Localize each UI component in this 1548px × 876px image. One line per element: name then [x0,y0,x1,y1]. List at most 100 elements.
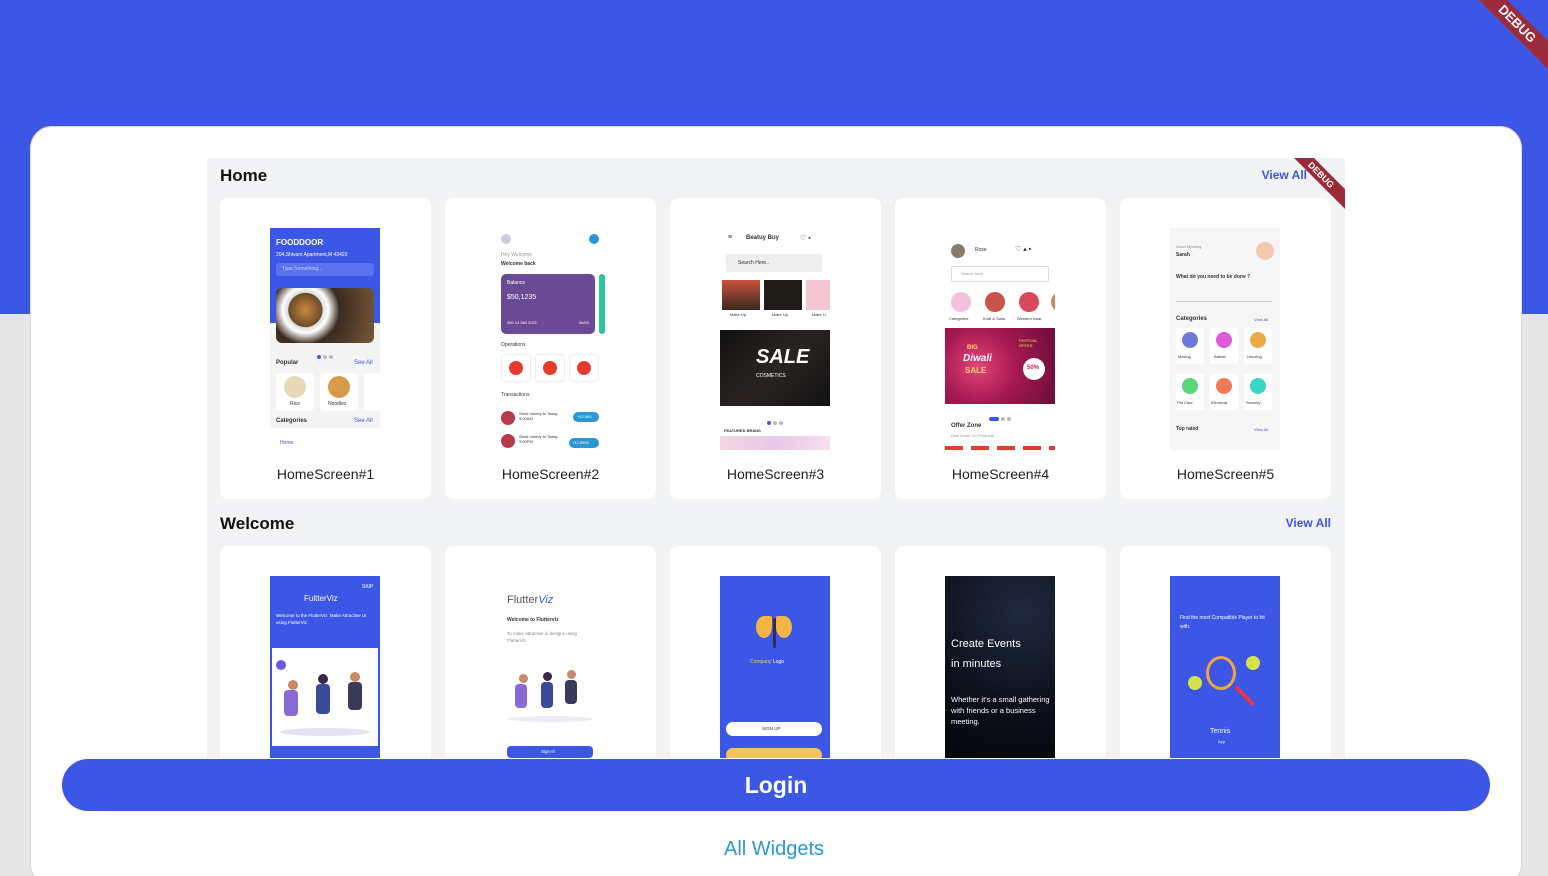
mock-text: To make attractive ui designs using Flut… [507,631,578,643]
homescreen-1-preview: FOODDOOR 204,Shivam Apartment,M 43423 Ty… [270,228,380,450]
mock-item-rice: Rice [290,401,301,407]
mock-amount: $50,1235 [507,294,537,301]
homescreen-4-preview: Rose ♡ ▴ ▪ Search here Categories Kurti … [945,228,1055,450]
mock-text: Whether it's a small gathering with frie… [951,695,1050,726]
template-card-welcome-5[interactable]: Find the most Compatible Player to hit w… [1120,546,1331,758]
mock-top-rated: Top rated [1176,426,1199,432]
mock-text: Find the most Compatible Player to hit w… [1180,615,1265,630]
mock-sale: SALE [756,346,810,368]
mock-search: Search Here.. [738,260,769,266]
mock-operations: Operations [501,342,526,348]
mock-greet: Good Morning [1176,244,1202,249]
mock-cat-pet-care: Pet Care [1177,400,1193,405]
mock-welcome: Welcome back [501,261,536,267]
mock-offer-zone: Offer Zone [951,423,982,429]
card-label: HomeScreen#5 [1176,466,1275,482]
mock-big: BIG [967,345,978,351]
mock-title-1: Create Events [951,638,1021,650]
card-label: HomeScreen#2 [501,466,600,482]
mock-cat-housing: Housing [1247,354,1262,359]
section-title-home: Home [220,166,268,185]
mock-address: 204,Shivam Apartment,M 43423 [276,252,348,258]
mock-title: Welcome to Flutterviz [507,617,559,623]
mock-diwali: Diwali [963,353,992,364]
homescreen-3-preview: ≡ Beatuy Buy ♡ ▪ Search Here.. Make Up M… [720,228,830,450]
mock-skip: SKIP [362,584,374,590]
mock-tx2-amt: +12,8550 [572,440,589,445]
mock-see-all: See All [354,360,373,366]
mock-cosmetics: COSMETICS [756,373,786,379]
template-card-welcome-3[interactable]: Company Logo SIGN UP [670,546,881,758]
template-card-homescreen-1[interactable]: FOODDOOR 204,Shivam Apartment,M 43423 Ty… [220,198,431,499]
welcome-3-preview: Company Logo SIGN UP [720,576,830,758]
mock-transactions: Transactions [501,392,530,398]
welcome-5-preview: Find the most Compatible Player to hit w… [1170,576,1280,758]
mock-brand-b: Viz [538,594,554,606]
mock-cat-3: Make U [812,312,826,317]
welcome-4-preview: Create Events in minutes Whether it's a … [945,576,1055,758]
mock-festival: FESTIVAL OFFER [1019,338,1038,348]
mock-logo: Logo [772,659,784,665]
mock-view-all-2: View All [1254,427,1268,432]
template-card-welcome-2[interactable]: FlutterViz Welcome to Flutterviz To make… [445,546,656,758]
mock-title-2: in minutes [951,658,1002,670]
mock-best-deals: Best Deals On Products [951,433,994,438]
mock-tx1-amt: +12,500 [577,414,592,419]
card-label: HomeScreen#1 [276,466,375,482]
template-card-homescreen-5[interactable]: Good Morning Sarah What do you need to b… [1120,198,1331,499]
mock-categories: Categories [1176,316,1208,322]
mock-cat-1: Make Up [730,312,747,317]
template-card-homescreen-4[interactable]: Rose ♡ ▴ ▪ Search here Categories Kurti … [895,198,1106,499]
mock-cat-security: Security [1246,400,1261,405]
mock-sale: SALE [965,366,987,375]
template-card-homescreen-2[interactable]: Hey Welcome Welcome back Balance $50,123… [445,198,656,499]
mock-app: Tennis [1210,728,1231,735]
welcome-2-preview: FlutterViz Welcome to Flutterviz To make… [495,576,605,758]
mock-brand: FultterViz [304,594,338,603]
mock-search: Type Something... [282,266,323,272]
mock-question: What do you need to be done ? [1176,274,1251,280]
mock-brand: FOODDOOR [276,238,324,247]
mock-see-all-2: See All [354,418,373,424]
template-card-homescreen-3[interactable]: ≡ Beatuy Buy ♡ ▪ Search Here.. Make Up M… [670,198,881,499]
homescreen-2-preview: Hey Welcome Welcome back Balance $50,123… [495,228,605,450]
mock-card-no: 350 14 563 2021 [507,320,538,325]
mock-exp: 06/20 [579,320,590,325]
mock-cat-barber: Barber [1214,354,1227,359]
debug-banner: DEBUG [1464,0,1548,84]
mock-popular: Popular [276,360,299,366]
mock-tx1: Send money to Today 3:00AM [519,411,558,421]
mock-pct: 50% [1027,365,1040,371]
mock-cat-2: Make Up [772,312,789,317]
mock-greet: Hey Welcome [501,252,533,258]
card-label: HomeScreen#4 [951,466,1050,482]
mock-tx2: Send money to Today 3:00PM [519,434,558,444]
mock-signup: SIGN UP [762,726,781,731]
mock-cat-3: Western wear [1017,316,1042,321]
view-all-home-link[interactable]: View All [1262,168,1307,182]
card-label: HomeScreen#3 [726,466,825,482]
template-card-welcome-4[interactable]: Create Events in minutes Whether it's a … [895,546,1106,758]
mock-featured: FEATURED BRANS [724,428,761,433]
view-all-welcome-link[interactable]: View All [1286,516,1331,530]
screen-gallery[interactable]: DEBUG Home View All FOODDOOR 204,Shivam … [207,158,1345,758]
mock-title: Beatuy Buy [746,235,780,241]
all-widgets-link[interactable]: All Widgets [0,838,1548,861]
mock-name: Sarah [1176,252,1190,258]
mock-categories: Categories [276,418,308,424]
login-button[interactable]: Login [62,759,1490,811]
template-card-welcome-1[interactable]: SKIP FultterViz Welcome to the FlutterVi… [220,546,431,758]
mock-sub: App [1218,739,1226,744]
mock-cat-1: Categories [949,316,969,321]
mock-cat-electrical: Electrical [1211,400,1228,405]
mock-user: Rose [975,247,987,253]
welcome-1-preview: SKIP FultterViz Welcome to the FlutterVi… [270,576,380,758]
mock-view-all: View All [1254,317,1268,322]
mock-cat-2: Kurti & Suits [983,316,1006,321]
mock-balance: Balance [507,280,526,286]
homescreen-5-preview: Good Morning Sarah What do you need to b… [1170,228,1280,450]
mock-search: Search here [961,271,983,276]
mock-cat-moving: Moving [1178,354,1191,359]
mock-item-noodles: Noodles [328,401,347,407]
mock-home-tab: Home [280,440,294,446]
